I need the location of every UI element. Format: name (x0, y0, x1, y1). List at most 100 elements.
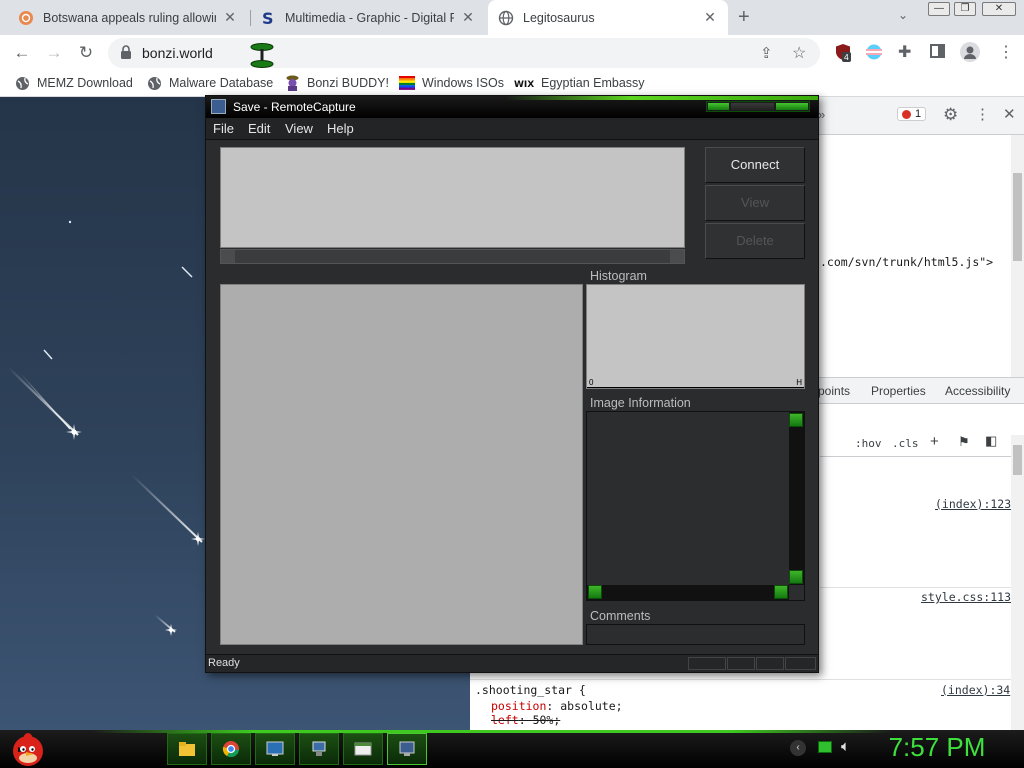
address-bar[interactable]: bonzi.world ⇪ ☆ (108, 38, 820, 68)
back-arrow-icon[interactable]: ← (12, 43, 32, 63)
reload-icon[interactable]: ↻ (76, 43, 96, 63)
pride-extension-icon[interactable] (866, 44, 882, 63)
globe-icon (498, 10, 514, 26)
bookmark-label: Malware Database (169, 76, 274, 90)
menu-file[interactable]: File (213, 121, 234, 136)
scrollbar-thumb[interactable] (1013, 445, 1022, 475)
comments-field[interactable] (586, 624, 805, 645)
css-declaration[interactable]: position: absolute; (491, 699, 623, 713)
bookmarks-bar: MEMZ Download Malware Database Bonzi BUD… (0, 71, 1024, 97)
bookmark-malware-database[interactable]: Malware Database (146, 75, 273, 91)
thumbnail-scrollbar[interactable] (220, 249, 685, 264)
bookmark-bonzi-buddy[interactable]: Bonzi BUDDY! (284, 75, 389, 91)
close-tab-icon[interactable]: ✕ (222, 9, 238, 26)
image-preview[interactable] (220, 284, 583, 645)
scroll-right-arrow-icon[interactable] (774, 585, 788, 599)
scrollbar-thumb[interactable] (1013, 173, 1022, 261)
settings-gear-icon[interactable]: ⚙ (943, 105, 958, 125)
scroll-down-arrow-icon[interactable] (789, 570, 803, 584)
tab-legitosaurus[interactable]: Legitosaurus ✕ (488, 0, 728, 35)
screen-capture-taskbar-icon[interactable] (255, 733, 295, 765)
error-counter[interactable]: 1 (897, 107, 927, 121)
window-taskbar-icon[interactable] (343, 733, 383, 765)
menu-edit[interactable]: Edit (248, 121, 270, 136)
tab-search-chevron-icon[interactable]: ⌄ (898, 8, 908, 22)
side-panel-icon[interactable] (930, 44, 945, 58)
toggle-sidebar-icon[interactable]: ◧ (985, 433, 997, 449)
rule-source-link[interactable]: style.css:113 (921, 590, 1011, 604)
thumbnail-strip[interactable] (220, 147, 685, 248)
rule-divider (470, 679, 1024, 680)
scroll-left-arrow-icon[interactable] (588, 585, 602, 599)
delete-button[interactable]: Delete (705, 223, 805, 259)
css-value: absolute; (560, 699, 623, 713)
tab-properties[interactable]: Properties (871, 384, 926, 398)
rule-source-link[interactable]: (index):34 (941, 683, 1010, 697)
show-hidden-icons-icon[interactable]: ‹ (790, 740, 806, 756)
scroll-up-arrow-icon[interactable] (789, 413, 803, 427)
devtools-menu-icon[interactable]: ⋮ (975, 105, 990, 123)
browser-menu-icon[interactable]: ⋮ (998, 42, 1014, 62)
scroll-right-arrow-icon[interactable] (670, 250, 684, 263)
angry-bird-start-icon[interactable] (8, 730, 48, 768)
minimize-window-icon[interactable]: — (928, 2, 950, 16)
bookmark-star-icon[interactable]: ☆ (792, 43, 806, 63)
tab-botswana[interactable]: Botswana appeals ruling allowing ✕ (8, 0, 248, 35)
class-toggle[interactable]: .cls (892, 437, 919, 450)
taskbar-clock[interactable]: 7:57 PM (880, 732, 994, 763)
connect-button[interactable]: Connect (705, 147, 805, 183)
rule-source-link[interactable]: (index):123 (935, 497, 1011, 511)
styles-scrollbar[interactable] (1011, 435, 1024, 730)
tab-multimedia[interactable]: S Multimedia - Graphic - Digital Ph ✕ (250, 0, 486, 35)
css-declaration-overridden[interactable]: left: 50%; (491, 713, 560, 727)
bookmark-windows-isos[interactable]: Windows ISOs (399, 75, 504, 91)
close-button[interactable] (776, 103, 808, 110)
maximize-button[interactable] (731, 103, 774, 110)
menu-view[interactable]: View (285, 121, 313, 136)
forward-arrow-icon[interactable]: → (44, 43, 64, 63)
tab-breakpoints[interactable]: points (818, 384, 850, 398)
status-pane (688, 657, 726, 670)
globe-icon (14, 75, 30, 91)
status-pane (756, 657, 784, 670)
lock-icon[interactable] (120, 45, 132, 62)
network-taskbar-icon[interactable] (299, 733, 339, 765)
image-information-label: Image Information (590, 396, 691, 410)
info-vertical-scrollbar[interactable] (789, 412, 804, 585)
css-property: position (491, 699, 547, 713)
restore-window-icon[interactable]: ❐ (954, 2, 976, 16)
remotecapture-titlebar[interactable]: Save - RemoteCapture (206, 96, 818, 118)
extensions-puzzle-icon[interactable]: ✚ (898, 42, 911, 62)
volume-icon[interactable]: 🔈︎ (841, 738, 850, 755)
chrome-taskbar-icon[interactable] (211, 733, 251, 765)
new-style-rule-icon[interactable]: + (930, 433, 939, 450)
close-window-icon[interactable]: ✕ (982, 2, 1016, 16)
menu-help[interactable]: Help (327, 121, 354, 136)
bookmark-memz[interactable]: MEMZ Download (14, 75, 133, 91)
minimize-button[interactable] (708, 103, 730, 110)
scroll-left-arrow-icon[interactable] (221, 250, 235, 263)
tab-accessibility[interactable]: Accessibility (945, 384, 1010, 398)
comments-label: Comments (590, 609, 651, 623)
share-icon[interactable]: ⇪ (760, 44, 773, 62)
hover-state-toggle[interactable]: :hov (855, 437, 882, 450)
wix-logo-icon: WIX (514, 75, 534, 91)
new-tab-icon[interactable]: + (738, 6, 750, 29)
url-text: bonzi.world (142, 45, 213, 61)
more-panels-chevron-icon[interactable]: » (818, 107, 825, 122)
close-tab-icon[interactable]: ✕ (702, 9, 718, 26)
info-horizontal-scrollbar[interactable] (587, 585, 789, 600)
bookmark-egyptian-embassy[interactable]: WIX Egyptian Embassy (514, 75, 645, 91)
network-status-icon[interactable] (818, 741, 832, 753)
explorer-taskbar-icon[interactable] (167, 733, 207, 765)
profile-avatar-icon[interactable] (960, 42, 980, 62)
paint-brush-icon[interactable]: ⚑ (958, 434, 970, 450)
image-information-panel (586, 411, 805, 601)
remotecapture-taskbar-icon[interactable] (387, 733, 427, 765)
close-devtools-icon[interactable]: ✕ (1003, 105, 1016, 123)
close-tab-icon[interactable]: ✕ (460, 9, 476, 26)
view-button[interactable]: View (705, 185, 805, 221)
elements-scrollbar[interactable] (1011, 135, 1024, 377)
bookmark-label: Windows ISOs (422, 76, 504, 90)
ublock-extension-icon[interactable]: 4 (834, 43, 852, 62)
